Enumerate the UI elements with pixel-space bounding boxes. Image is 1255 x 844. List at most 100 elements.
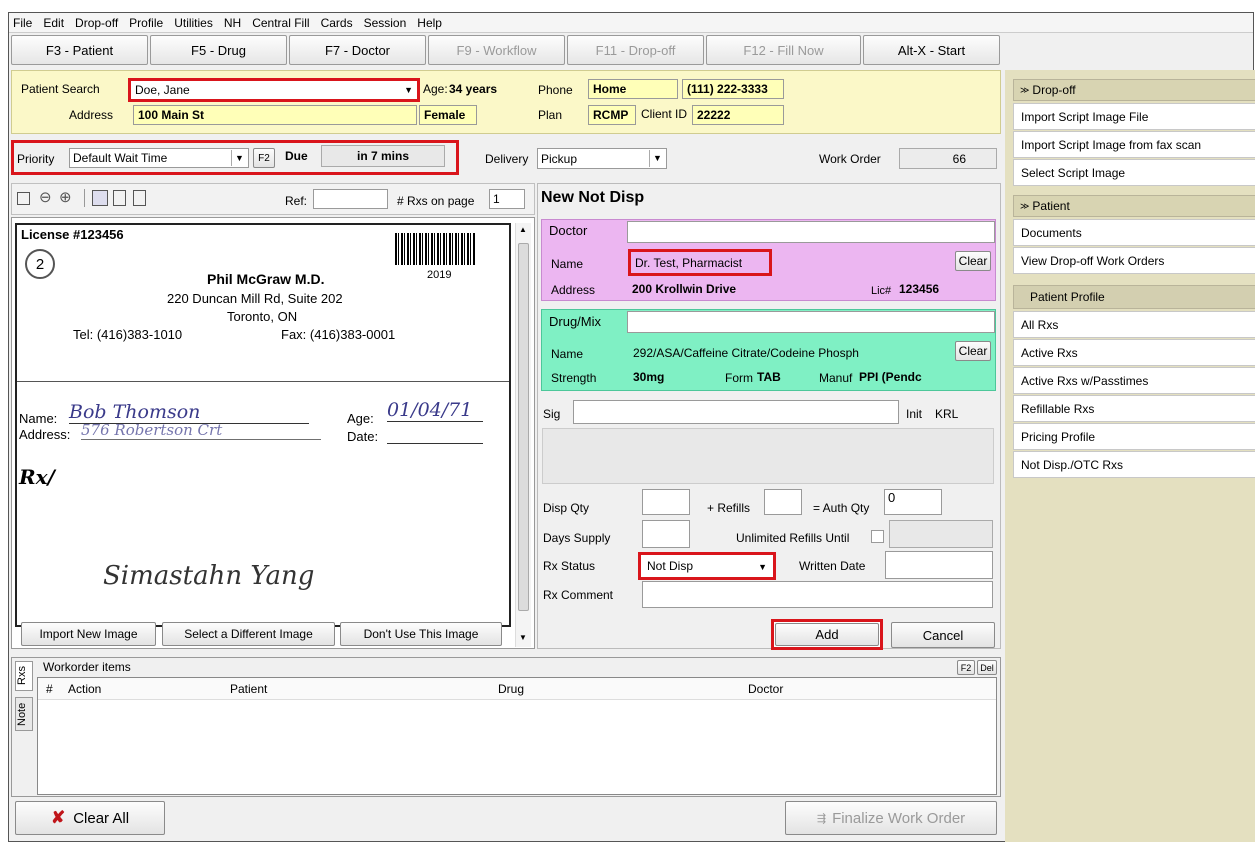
dont-use-image-button[interactable]: Don't Use This Image bbox=[340, 622, 502, 646]
doctor-search-input[interactable] bbox=[627, 221, 995, 243]
auth-qty-label: = Auth Qty bbox=[813, 501, 870, 515]
rotate-right-icon[interactable] bbox=[133, 190, 146, 206]
tab-note[interactable]: Note bbox=[15, 697, 33, 731]
manuf-label: Manuf bbox=[819, 371, 853, 385]
work-order-value: 66 bbox=[899, 148, 997, 169]
column-drug[interactable]: Drug bbox=[498, 682, 524, 696]
sidebar-item-active-rxs-passtimes[interactable]: Active Rxs w/Passtimes bbox=[1013, 367, 1255, 394]
sidebar-item-all-rxs[interactable]: All Rxs bbox=[1013, 311, 1255, 338]
menu-nh[interactable]: NH bbox=[224, 16, 241, 30]
days-supply-input[interactable] bbox=[642, 520, 690, 548]
rx-comment-input[interactable] bbox=[642, 581, 993, 608]
script-image: License #123456 2 2019 Phil McGraw M.D. … bbox=[15, 223, 511, 627]
scrollbar-thumb[interactable] bbox=[518, 243, 529, 611]
sidebar-item-active-rxs[interactable]: Active Rxs bbox=[1013, 339, 1255, 366]
days-supply-label: Days Supply bbox=[543, 531, 611, 545]
chevron-down-icon[interactable]: ▼ bbox=[758, 562, 767, 572]
finalize-icon: ⇶ bbox=[816, 812, 827, 825]
script-divider bbox=[17, 381, 509, 382]
patient-address-handwritten: 576 Robertson Crt bbox=[81, 421, 321, 440]
disp-qty-input[interactable] bbox=[642, 489, 690, 515]
workorder-delete-button[interactable]: Del bbox=[977, 660, 997, 675]
delivery-label: Delivery bbox=[485, 152, 529, 166]
menu-profile[interactable]: Profile bbox=[129, 16, 163, 30]
auth-qty-input[interactable]: 0 bbox=[884, 489, 942, 515]
strength-label: Strength bbox=[551, 371, 597, 385]
f5-drug-button[interactable]: F5 - Drug bbox=[150, 35, 287, 65]
work-order-label: Work Order bbox=[819, 152, 881, 166]
phone-label: Phone bbox=[538, 83, 573, 97]
rx-status-select[interactable]: Not Disp ▼ bbox=[638, 552, 776, 580]
sidebar-item-view-work-orders[interactable]: View Drop-off Work Orders bbox=[1013, 247, 1255, 274]
sidebar-item-import-script-file[interactable]: Import Script Image File bbox=[1013, 103, 1255, 130]
refills-input[interactable] bbox=[764, 489, 802, 515]
cancel-button[interactable]: Cancel bbox=[891, 622, 995, 648]
scroll-up-icon[interactable]: ▲ bbox=[519, 225, 527, 234]
form-title: New Not Disp bbox=[541, 189, 645, 206]
ref-input[interactable] bbox=[313, 189, 388, 209]
script-scrollbar[interactable]: ▲ ▼ bbox=[515, 223, 531, 647]
doctor-clear-button[interactable]: Clear bbox=[955, 251, 991, 271]
import-new-image-button[interactable]: Import New Image bbox=[21, 622, 156, 646]
column-doctor[interactable]: Doctor bbox=[748, 682, 783, 696]
rotate-left-icon[interactable] bbox=[113, 190, 126, 206]
manuf-value: PPI (Pendc bbox=[859, 370, 922, 384]
patient-search-input[interactable]: Doe, Jane ▼ bbox=[128, 78, 420, 102]
rxs-on-page-label: # Rxs on page bbox=[397, 194, 475, 208]
menu-central-fill[interactable]: Central Fill bbox=[252, 16, 309, 30]
select-different-image-button[interactable]: Select a Different Image bbox=[162, 622, 335, 646]
f9-workflow-button[interactable]: F9 - Workflow bbox=[428, 35, 565, 65]
alt-x-start-button[interactable]: Alt-X - Start bbox=[863, 35, 1000, 65]
f7-doctor-button[interactable]: F7 - Doctor bbox=[289, 35, 426, 65]
scroll-down-icon[interactable]: ▼ bbox=[519, 633, 527, 642]
zoom-out-icon[interactable]: ⊖ bbox=[39, 188, 52, 206]
column-number[interactable]: # bbox=[46, 682, 53, 696]
menu-file[interactable]: File bbox=[13, 16, 32, 30]
drug-search-input[interactable] bbox=[627, 311, 995, 333]
delivery-select[interactable]: Pickup ▼ bbox=[537, 148, 667, 169]
dropoff-header[interactable]: ≫ Drop-off bbox=[1013, 79, 1255, 101]
column-action[interactable]: Action bbox=[68, 682, 101, 696]
barcode-year: 2019 bbox=[427, 269, 452, 281]
patient-profile-header[interactable]: Patient Profile bbox=[1013, 285, 1255, 309]
patient-header-sidebar[interactable]: ≫ Patient bbox=[1013, 195, 1255, 217]
f12-fill-now-button[interactable]: F12 - Fill Now bbox=[706, 35, 861, 65]
menu-edit[interactable]: Edit bbox=[43, 16, 64, 30]
menu-dropoff[interactable]: Drop-off bbox=[75, 16, 118, 30]
refills-label: + Refills bbox=[707, 501, 751, 515]
rxs-on-page-input[interactable]: 1 bbox=[489, 189, 525, 209]
written-date-input[interactable] bbox=[885, 551, 993, 579]
add-button[interactable]: Add bbox=[775, 623, 879, 646]
sidebar-item-pricing-profile[interactable]: Pricing Profile bbox=[1013, 423, 1255, 450]
workorder-table: # Action Patient Drug Doctor bbox=[37, 677, 997, 795]
sidebar-item-documents[interactable]: Documents bbox=[1013, 219, 1255, 246]
menu-cards[interactable]: Cards bbox=[321, 16, 353, 30]
fit-page-icon[interactable] bbox=[92, 190, 108, 206]
expand-icon[interactable] bbox=[17, 192, 30, 205]
sidebar-item-not-disp-otc[interactable]: Not Disp./OTC Rxs bbox=[1013, 451, 1255, 478]
sig-input[interactable] bbox=[573, 400, 899, 424]
sidebar-item-refillable-rxs[interactable]: Refillable Rxs bbox=[1013, 395, 1255, 422]
zoom-in-icon[interactable]: ⊕ bbox=[59, 188, 72, 206]
chevron-down-icon[interactable]: ▼ bbox=[649, 150, 665, 167]
sidebar-item-select-script-image[interactable]: Select Script Image bbox=[1013, 159, 1255, 186]
f3-patient-button[interactable]: F3 - Patient bbox=[11, 35, 148, 65]
menu-utilities[interactable]: Utilities bbox=[174, 16, 213, 30]
unlimited-refills-checkbox[interactable] bbox=[871, 530, 884, 543]
column-patient[interactable]: Patient bbox=[230, 682, 267, 696]
priority-f2-button[interactable]: F2 bbox=[253, 148, 275, 168]
finalize-work-order-button[interactable]: ⇶ Finalize Work Order bbox=[785, 801, 997, 835]
sidebar-item-import-fax-scan[interactable]: Import Script Image from fax scan bbox=[1013, 131, 1255, 158]
tab-rxs[interactable]: Rxs bbox=[15, 661, 33, 691]
menu-help[interactable]: Help bbox=[417, 16, 442, 30]
chevron-down-icon[interactable]: ▼ bbox=[231, 150, 247, 166]
drug-clear-button[interactable]: Clear bbox=[955, 341, 991, 361]
clear-all-button[interactable]: ✘ Clear All bbox=[15, 801, 165, 835]
priority-select[interactable]: Default Wait Time ▼ bbox=[69, 148, 249, 168]
dropdown-arrow-icon[interactable]: ▼ bbox=[404, 85, 413, 95]
f11-dropoff-button[interactable]: F11 - Drop-off bbox=[567, 35, 704, 65]
workorder-f2-button[interactable]: F2 bbox=[957, 660, 975, 675]
due-label: Due bbox=[285, 149, 308, 163]
menu-session[interactable]: Session bbox=[364, 16, 407, 30]
unlimited-refills-date[interactable] bbox=[889, 520, 993, 548]
